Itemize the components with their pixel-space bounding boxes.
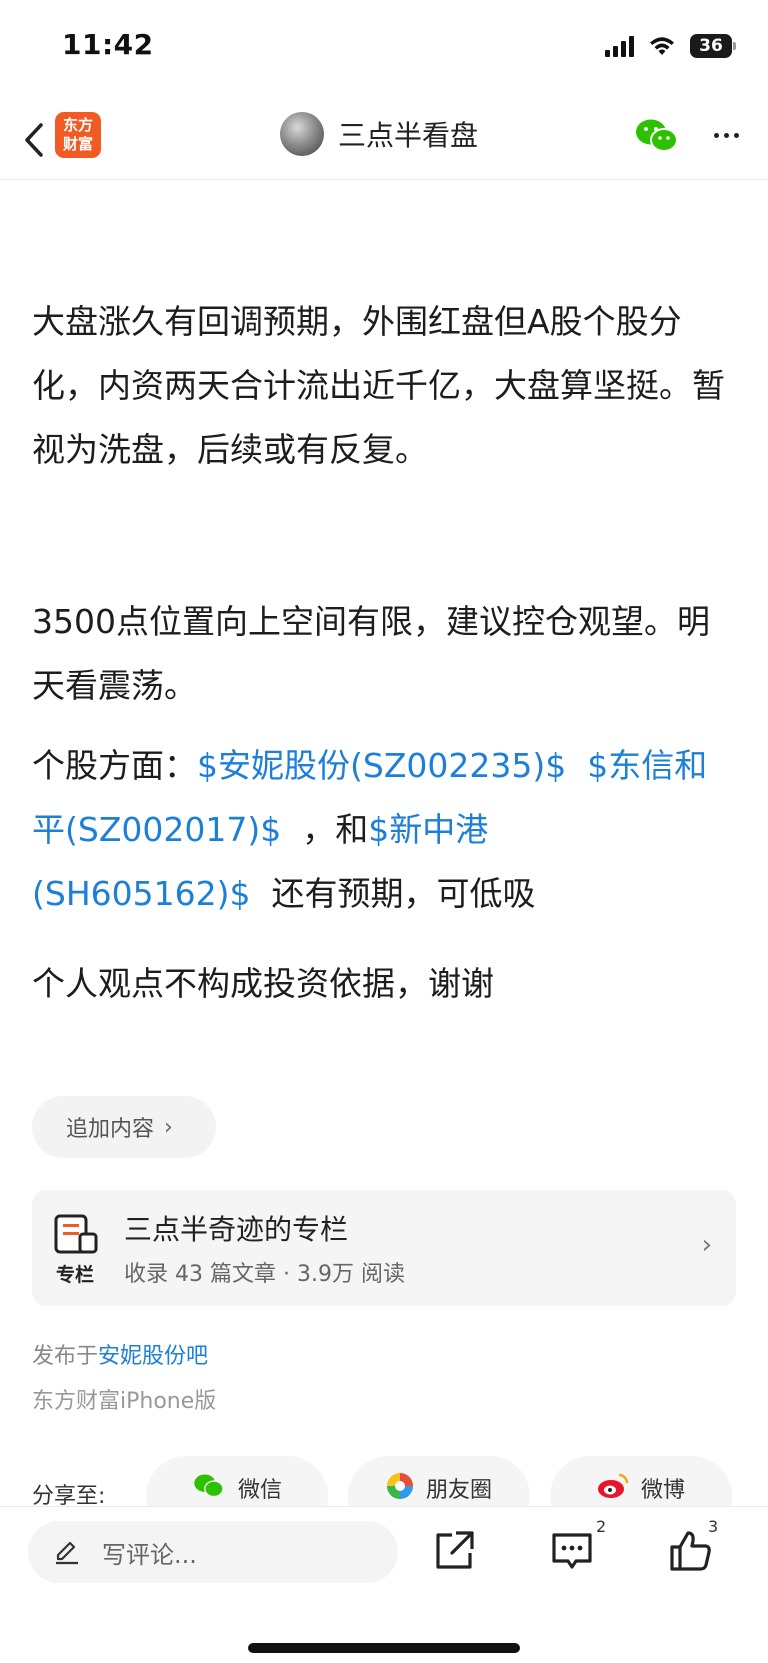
status-time: 11:42 <box>62 28 154 61</box>
column-card[interactable]: 专栏 三点半奇迹的专栏 收录 43 篇文章 · 3.9万 阅读 › <box>32 1190 736 1306</box>
stocks-conjunction: ，和 <box>302 810 369 849</box>
home-indicator <box>248 1643 520 1653</box>
channel-avatar[interactable] <box>280 112 324 156</box>
status-icons: 36 <box>605 34 736 58</box>
platform-label: 东方财富iPhone版 <box>32 1389 217 1414</box>
share-row: 分享至: 微信 朋友圈 微博 <box>0 1456 768 1508</box>
column-icon-label: 专栏 <box>56 1264 95 1286</box>
like-icon[interactable] <box>666 1527 714 1575</box>
more-dot-icon <box>713 132 719 138</box>
column-icon <box>54 1214 98 1254</box>
article-paragraph: 3500点位置向上空间有限，建议控仓观望。明天看震荡。 <box>32 602 710 705</box>
like-count: 3 <box>708 1517 719 1536</box>
more-options-button[interactable] <box>706 120 746 150</box>
stocks-conclusion: 还有预期，可低吸 <box>271 874 536 913</box>
share-wechat-label: 微信 <box>237 1478 282 1503</box>
weibo-icon <box>597 1473 629 1498</box>
comment-placeholder: 写评论... <box>102 1540 197 1569</box>
add-content-button[interactable]: 追加内容 › <box>32 1096 216 1158</box>
share-wechat-button[interactable]: 微信 <box>146 1456 328 1508</box>
stocks-intro: 个股方面： <box>32 746 197 785</box>
pencil-icon <box>56 1541 78 1565</box>
chevron-left-icon <box>25 123 43 157</box>
forum-link[interactable]: 安妮股份吧 <box>98 1344 208 1369</box>
article-body: 大盘涨久有回调预期，外围红盘但A股个股分化，内资两天合计流出近千亿，大盘算坚挺。… <box>32 290 736 1016</box>
wechat-icon <box>194 1474 224 1498</box>
share-weibo-label: 微博 <box>640 1478 685 1503</box>
article-paragraph-stocks: 个股方面：$安妮股份(SZ002235)$ $东信和平(SZ002017)$ ，… <box>32 734 736 926</box>
channel-name: 三点半看盘 <box>338 119 479 152</box>
column-meta: 收录 43 篇文章 · 3.9万 阅读 <box>124 1262 405 1287</box>
battery-icon: 36 <box>690 34 736 58</box>
app-logo[interactable]: 东方 财富 <box>55 112 101 158</box>
back-button[interactable] <box>14 116 54 164</box>
published-in: 发布于安妮股份吧 <box>32 1338 208 1370</box>
nav-bar: 东方 财富 三点半看盘 <box>0 100 768 180</box>
channel-header[interactable]: 三点半看盘 <box>280 112 478 156</box>
moments-icon <box>386 1473 413 1499</box>
wifi-icon <box>650 37 674 55</box>
more-dot-icon <box>723 132 729 138</box>
chevron-right-icon: › <box>164 1114 173 1140</box>
published-prefix: 发布于 <box>32 1344 99 1369</box>
bottom-action-bar: 写评论... 2 3 <box>0 1506 768 1663</box>
column-title: 三点半奇迹的专栏 <box>124 1213 349 1246</box>
add-content-label: 追加内容 <box>66 1117 155 1142</box>
comment-icon[interactable] <box>548 1527 596 1575</box>
article-paragraph: 大盘涨久有回调预期，外围红盘但A股个股分化，内资两天合计流出近千亿，大盘算坚挺。… <box>32 302 725 469</box>
share-label: 分享至: <box>32 1484 106 1508</box>
article-disclaimer: 个人观点不构成投资依据，谢谢 <box>32 964 494 1003</box>
wechat-share-button[interactable] <box>634 116 680 156</box>
stock-link-anni[interactable]: $安妮股份(SZ002235)$ <box>197 746 566 785</box>
share-icon[interactable] <box>430 1527 478 1575</box>
comment-input[interactable]: 写评论... <box>28 1521 398 1583</box>
chevron-right-icon: › <box>701 1230 712 1260</box>
more-dot-icon <box>733 132 739 138</box>
share-moments-button[interactable]: 朋友圈 <box>348 1456 530 1508</box>
cellular-signal-icon <box>605 35 634 57</box>
status-bar: 11:42 36 <box>0 0 768 100</box>
wechat-icon <box>636 119 678 152</box>
comment-count: 2 <box>596 1517 607 1536</box>
share-moments-label: 朋友圈 <box>425 1478 492 1503</box>
share-weibo-button[interactable]: 微博 <box>550 1456 732 1508</box>
